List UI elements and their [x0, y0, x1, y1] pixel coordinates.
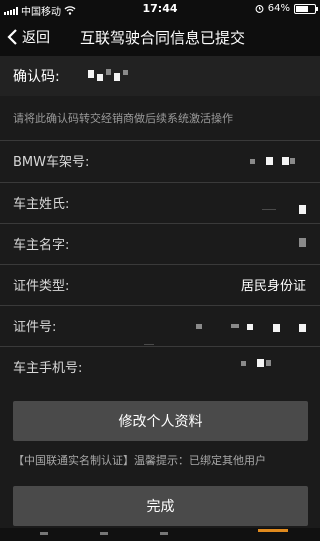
- battery-icon: [294, 3, 318, 14]
- tab-indicator: [100, 532, 108, 535]
- confirm-hint-text: 请将此确认码转交经销商做后续系统激活操作: [13, 112, 233, 125]
- field-label: 车主名字:: [13, 238, 70, 253]
- field-label: 车主姓氏:: [13, 197, 70, 212]
- back-label: 返回: [22, 30, 50, 46]
- done-button[interactable]: 完成: [13, 486, 308, 526]
- alarm-icon: [255, 5, 264, 13]
- field-id-type: 证件类型: 居民身份证: [0, 265, 320, 305]
- confirm-code-row: 确认码:: [0, 56, 320, 96]
- field-label: 证件类型:: [13, 279, 70, 294]
- field-label: 车主手机号:: [13, 361, 83, 376]
- chevron-left-icon: [7, 29, 17, 45]
- field-label: 证件号:: [13, 320, 57, 335]
- field-value: 居民身份证: [240, 279, 306, 294]
- status-right: 64%: [255, 3, 318, 14]
- field-vin: BMW车架号:: [0, 141, 320, 181]
- confirm-hint: 请将此确认码转交经销商做后续系统激活操作: [0, 96, 320, 140]
- field-surname: 车主姓氏:: [0, 183, 320, 223]
- confirm-code-label: 确认码:: [13, 69, 60, 85]
- active-tab-indicator: [258, 529, 288, 532]
- field-id-number: 证件号:: [0, 306, 320, 346]
- tab-indicator: [40, 532, 48, 535]
- back-button[interactable]: 返回: [6, 18, 50, 56]
- page-title: 互联驾驶合同信息已提交: [80, 29, 246, 47]
- edit-profile-button[interactable]: 修改个人资料: [13, 401, 308, 441]
- battery-level: [296, 5, 308, 12]
- tab-indicator: [160, 532, 168, 535]
- field-phone: 车主手机号:: [0, 347, 320, 387]
- bottom-tab-strip: [0, 528, 320, 541]
- status-bar: 中国移动 17:44 64%: [0, 0, 320, 18]
- field-given-name: 车主名字:: [0, 224, 320, 264]
- field-label: BMW车架号:: [13, 155, 90, 170]
- battery-percent: 64%: [267, 3, 290, 14]
- notice-text: 【中国联通实名制认证】温馨提示：已绑定其他用户: [13, 454, 266, 467]
- nav-bar: 返回 互联驾驶合同信息已提交: [0, 18, 320, 56]
